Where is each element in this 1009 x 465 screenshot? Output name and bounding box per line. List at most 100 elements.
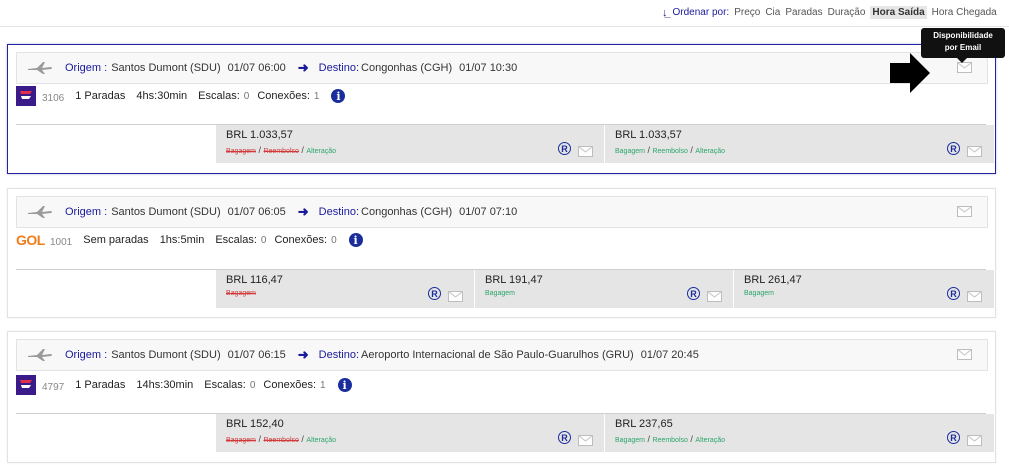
plane-icon [28, 62, 52, 74]
destination-label: Destino: [318, 206, 360, 218]
fare-condition-tag: Alteração [695, 437, 725, 444]
fare-price: BRL 237,65 [615, 418, 673, 430]
fare-email-button[interactable] [578, 435, 593, 446]
fare-condition-tag: Alteração [306, 148, 336, 155]
fare-condition-tag: Bagagem [485, 290, 515, 297]
fare-email-button[interactable] [967, 291, 982, 302]
email-availability-button[interactable] [957, 349, 972, 360]
fare-condition-tag: Alteração [695, 148, 725, 155]
flight-card[interactable]: Origem : Santos Dumont (SDU) 01/07 06:00 ➜ D… [7, 44, 996, 174]
flight-details: 3106 1 Paradas 4hs:30min Escalas: 0 Conexões:… [16, 85, 346, 107]
conexoes-count: 1 [313, 90, 320, 102]
refund-badge-icon[interactable]: R [428, 287, 441, 300]
fare-condition-tag: Alteração [306, 437, 336, 444]
conexoes-count: 1 [320, 379, 326, 391]
sort-option-duracao[interactable]: Duração [828, 7, 866, 18]
escalas-count: 0 [260, 234, 267, 246]
sort-option-cia[interactable]: Cia [765, 7, 780, 18]
sort-option-paradas[interactable]: Paradas [785, 7, 822, 18]
fare-condition-tag: Reembolso [652, 437, 688, 444]
info-icon[interactable]: i [348, 233, 363, 247]
duration-text: 14hs:30min [136, 379, 194, 391]
sort-icon: ↓̲ [662, 6, 668, 19]
refund-badge-icon[interactable]: R [947, 431, 960, 444]
fare-conditions: Bagagem / Reembolso / Alteração [615, 434, 725, 444]
conexoes-label: Conexões: [257, 90, 310, 102]
fare-option[interactable]: BRL 152,40 Bagagem / Reembolso / Alteraçã… [215, 414, 605, 452]
fare-option[interactable]: BRL 1.033,57 Bagagem / Reembolso / Altera… [604, 125, 994, 163]
destination-label: Destino: [318, 349, 360, 361]
origin-label: Origem : [65, 62, 108, 74]
sort-option-hora-saida[interactable]: Hora Saída [870, 6, 927, 19]
refund-badge-icon[interactable]: R [947, 142, 960, 155]
fare-conditions: Bagagem [485, 290, 515, 297]
fare-conditions: Bagagem / Reembolso / Alteração [615, 145, 725, 155]
fare-option[interactable]: BRL 116,47 Bagagem R [215, 270, 475, 308]
escalas-count: 0 [249, 379, 256, 391]
duration-text: 1hs:5min [159, 234, 205, 246]
fare-option[interactable]: BRL 191,47 Bagagem R [474, 270, 734, 308]
fare-price: BRL 1.033,57 [226, 129, 293, 141]
fare-email-button[interactable] [707, 291, 722, 302]
sort-bar: ↓̲ Ordenar por: Preço Cia Paradas Duraçã… [662, 6, 997, 19]
sort-option-preco[interactable]: Preço [734, 7, 760, 18]
departure-time: 01/07 06:00 [227, 62, 286, 74]
destination-airport: Aeroporto Internacional de São Paulo-Gua… [361, 349, 634, 361]
duration-text: 4hs:30min [136, 90, 188, 102]
arrival-time: 01/07 07:10 [459, 206, 518, 218]
flight-card[interactable]: Origem : Santos Dumont (SDU) 01/07 06:05 ➜ D… [7, 188, 996, 318]
refund-badge-icon[interactable]: R [558, 142, 571, 155]
flight-details: GOL 1001 Sem paradas 1hs:5min Escalas: 0 Conex… [16, 229, 363, 251]
route-header: Origem : Santos Dumont (SDU) 01/07 06:00 ➜ D… [16, 52, 988, 84]
fare-options: BRL 116,47 Bagagem R BRL 191,47 Bagagem R BRL … [16, 269, 994, 308]
destination-airport: Congonhas (CGH) [361, 206, 453, 218]
refund-badge-icon[interactable]: R [947, 287, 960, 300]
fare-option[interactable]: BRL 1.033,57 Bagagem / Reembolso / Altera… [215, 125, 605, 163]
flight-number: 3106 [42, 92, 65, 104]
route-header: Origem : Santos Dumont (SDU) 01/07 06:15 ➜ D… [16, 339, 988, 371]
refund-badge-icon[interactable]: R [558, 431, 571, 444]
airline-logo-text: GOL [16, 232, 45, 248]
escalas-label: Escalas: [198, 90, 240, 102]
departure-time: 01/07 06:15 [227, 349, 286, 361]
stops-text: 1 Paradas [75, 379, 126, 391]
sort-label: Ordenar por: [672, 7, 730, 18]
info-icon[interactable]: i [331, 89, 346, 103]
origin-airport: Santos Dumont (SDU) [111, 206, 221, 218]
conexoes-label: Conexões: [263, 379, 317, 391]
plane-icon [28, 206, 52, 218]
fare-price: BRL 191,47 [485, 274, 543, 286]
fare-email-button[interactable] [967, 146, 982, 157]
flight-card[interactable]: Origem : Santos Dumont (SDU) 01/07 06:15 ➜ D… [7, 331, 996, 463]
sort-option-hora-chegada[interactable]: Hora Chegada [932, 7, 997, 18]
refund-badge-icon[interactable]: R [687, 287, 700, 300]
fare-condition-tag: Bagagem [226, 148, 256, 155]
fare-conditions: Bagagem / Reembolso / Alteração [226, 434, 336, 444]
conexoes-count: 0 [331, 234, 337, 246]
fare-email-button[interactable] [448, 291, 463, 302]
fare-condition-tag: Bagagem [744, 290, 774, 297]
fare-option[interactable]: BRL 261,47 Bagagem R [733, 270, 994, 308]
fare-email-button[interactable] [967, 435, 982, 446]
flight-number: 4797 [42, 381, 65, 393]
fare-option[interactable]: BRL 237,65 Bagagem / Reembolso / Alteraçã… [604, 414, 994, 452]
fare-condition-tag: Reembolso [263, 148, 299, 155]
info-icon[interactable]: i [337, 378, 352, 392]
airline-logo [16, 86, 36, 106]
origin-label: Origem : [65, 206, 108, 218]
fare-price: BRL 261,47 [744, 274, 802, 286]
email-availability-button[interactable] [957, 206, 972, 217]
airline-logo [16, 375, 36, 395]
fare-options: BRL 1.033,57 Bagagem / Reembolso / Altera… [16, 124, 994, 163]
header-divider [0, 26, 1009, 27]
latam-logo-icon [16, 86, 36, 106]
pointer-arrow-icon [890, 53, 930, 93]
conexoes-label: Conexões: [274, 234, 328, 246]
fare-email-button[interactable] [578, 146, 593, 157]
arrow-right-icon: ➜ [297, 347, 309, 362]
email-availability-button[interactable] [957, 62, 972, 73]
fare-condition-tag: Reembolso [652, 148, 688, 155]
tooltip-line-1: Disponibilidade [933, 31, 993, 40]
fare-price: BRL 152,40 [226, 418, 284, 430]
route-header: Origem : Santos Dumont (SDU) 01/07 06:05 ➜ D… [16, 196, 988, 228]
